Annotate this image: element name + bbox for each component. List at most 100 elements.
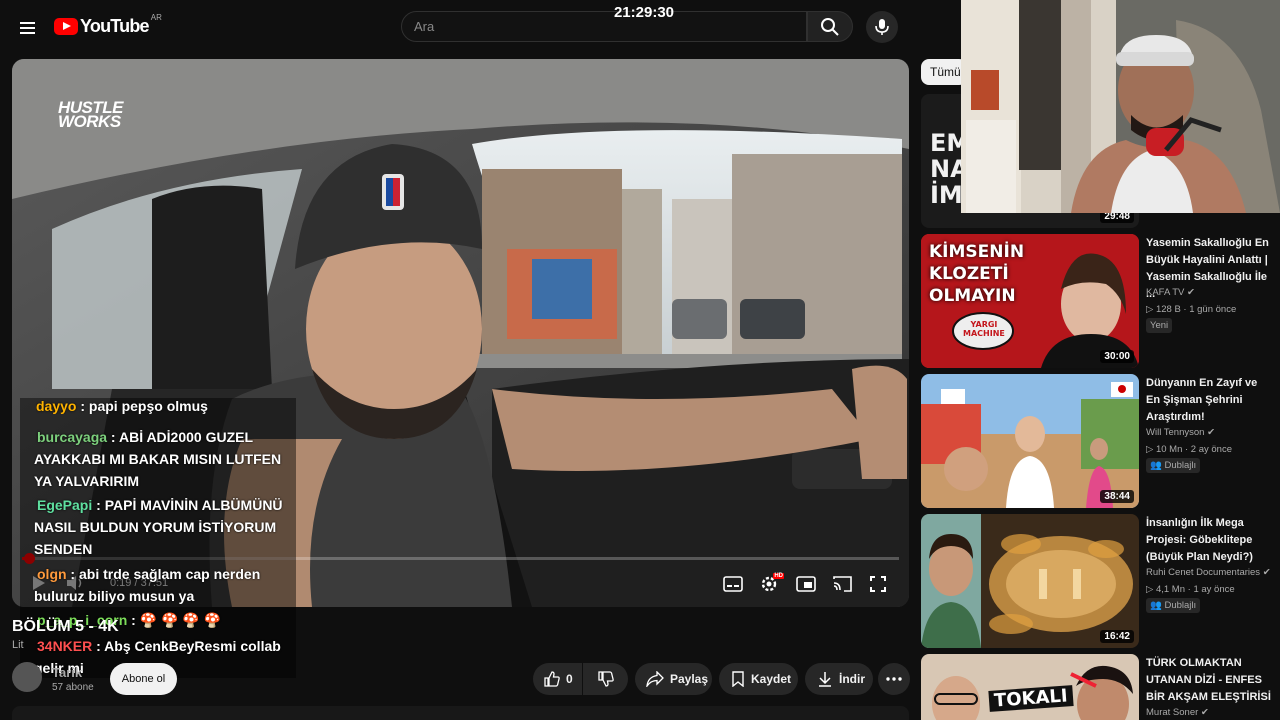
- hd-badge: HD: [773, 573, 784, 579]
- recommended-thumbnail[interactable]: 38:44: [921, 374, 1139, 508]
- save-label: Kaydet: [751, 672, 792, 686]
- video-duration: 30:00: [1100, 350, 1134, 363]
- save-button[interactable]: Kaydet: [719, 663, 798, 695]
- chat-message: burcayaga : ABİ ADİ2000 GUZEL AYAKKABI M…: [34, 426, 296, 492]
- dubbed-badge: 👥 Dublajlı: [1146, 598, 1201, 613]
- thumbnail-subtext: YARGI MACHINE: [963, 320, 1005, 338]
- recommended-title[interactable]: TÜRK OLMAKTAN UTANAN DİZİ - ENFES BİR AK…: [1146, 655, 1272, 706]
- new-badge: Yeni: [1146, 318, 1173, 333]
- verified-icon: ✔: [1200, 707, 1209, 718]
- thumbs-up-icon: [544, 671, 560, 687]
- miniplayer-button[interactable]: [794, 572, 818, 596]
- views-icon: ▷: [1146, 444, 1154, 455]
- download-label: İndir: [839, 672, 865, 686]
- cast-icon: [833, 576, 852, 592]
- webcam-image: [961, 0, 1280, 213]
- fullscreen-icon: [870, 576, 886, 592]
- share-button[interactable]: Paylaş: [635, 663, 712, 695]
- thumbnail-text: KİMSENİN KLOZETİ OLMAYIN: [929, 242, 1025, 306]
- chat-username: olgn: [37, 566, 67, 582]
- download-button[interactable]: İndir: [805, 663, 873, 695]
- microphone-icon: [875, 19, 889, 35]
- description-box[interactable]: [12, 706, 909, 720]
- channel-label: Ruhi Cenet Documentaries: [1146, 567, 1261, 578]
- thumbnail-image: [921, 374, 1139, 508]
- youtube-play-icon: [54, 18, 78, 35]
- recommended-channel[interactable]: Murat Soner ✔: [1146, 707, 1209, 718]
- menu-icon[interactable]: [14, 14, 42, 42]
- recommended-channel[interactable]: Will Tennyson ✔: [1146, 427, 1215, 438]
- chat-username: dayyo: [36, 400, 77, 414]
- voice-search-button[interactable]: [866, 11, 898, 43]
- badge-label: Dublajlı: [1164, 460, 1197, 471]
- badge-label: Dublajlı: [1164, 600, 1197, 611]
- recommended-title[interactable]: İnsanlığın İlk Mega Projesi: Göbeklitepe…: [1146, 515, 1272, 566]
- share-label: Paylaş: [670, 672, 709, 686]
- channel-label: Murat Soner: [1146, 707, 1199, 718]
- recommended-thumbnail[interactable]: 16:42: [921, 514, 1139, 648]
- fullscreen-button[interactable]: [866, 572, 890, 596]
- clock-overlay: 21:29:30: [613, 4, 675, 21]
- logo-text: YouTube: [80, 16, 150, 36]
- more-horizontal-icon: [886, 677, 902, 681]
- thumbnail-image: [921, 514, 1139, 648]
- channel-avatar[interactable]: [12, 662, 42, 692]
- video-duration: 16:42: [1100, 630, 1134, 643]
- chat-message: dayyo : papi pepşo olmuş: [36, 400, 296, 414]
- captions-icon: [723, 576, 743, 592]
- search-icon: [821, 17, 839, 36]
- recommended-channel[interactable]: Ruhi Cenet Documentaries ✔: [1146, 567, 1271, 578]
- recommended-meta: ▷ 4,1 Mn · 1 ay önce: [1146, 584, 1235, 595]
- recommended-title[interactable]: Dünyanın En Zayıf ve En Şişman Şehrini A…: [1146, 375, 1272, 426]
- chat-username: EgePapi: [37, 497, 93, 513]
- chat-username: burcayaga: [37, 429, 108, 445]
- dubbed-icon: 👥: [1150, 460, 1162, 471]
- country-code: AR: [150, 13, 162, 22]
- theater-icon: [796, 576, 816, 592]
- chat-text: :: [127, 612, 140, 628]
- settings-button[interactable]: HD: [757, 572, 784, 596]
- like-count: 0: [566, 672, 573, 686]
- video-subline: Lit: [12, 639, 24, 651]
- subscriber-count: 57 abone: [52, 682, 94, 693]
- recommended-channel[interactable]: KAFA TV ✔: [1146, 287, 1195, 298]
- channel-label: KAFA TV: [1146, 287, 1185, 298]
- youtube-logo[interactable]: YouTube AR: [54, 13, 162, 37]
- share-icon: [646, 671, 664, 687]
- emote-icon: 🍄 🍄 🍄 🍄: [139, 612, 222, 628]
- search-placeholder: Ara: [414, 19, 435, 34]
- views-icon: ▷: [1146, 584, 1154, 595]
- search-button[interactable]: [807, 11, 853, 42]
- hustle-works-watermark: HUSTLE WORKS: [58, 98, 124, 131]
- subscribe-button[interactable]: Abone ol: [110, 663, 177, 695]
- download-icon: [819, 672, 831, 687]
- subtitles-button[interactable]: [721, 572, 745, 596]
- views-icon: ▷: [1146, 304, 1154, 315]
- chat-overlay: dayyo : papi pepşo olmuş burcayaga : ABİ…: [20, 398, 296, 678]
- recommended-thumbnail[interactable]: KİMSENİN KLOZETİ OLMAYIN YARGI MACHINE 3…: [921, 234, 1139, 368]
- channel-label: Will Tennyson: [1146, 427, 1205, 438]
- chat-text: : papi pepşo olmuş: [76, 400, 208, 414]
- verified-icon: ✔: [1207, 427, 1216, 438]
- video-duration: 38:44: [1100, 490, 1134, 503]
- verified-icon: ✔: [1187, 287, 1195, 298]
- recommended-meta: ▷ 128 B · 1 gün önce: [1146, 304, 1236, 315]
- recommended-thumbnail[interactable]: TOKALI: [921, 654, 1139, 720]
- chat-username: 34NKER: [37, 638, 93, 654]
- thumbs-down-icon: [597, 671, 614, 687]
- meta-text: 128 B · 1 gün önce: [1155, 304, 1237, 315]
- verified-icon: ✔: [1262, 567, 1271, 578]
- like-button[interactable]: 0: [533, 663, 582, 695]
- chat-message: EgePapi : PAPİ MAVİNİN ALBÜMÜNÜ NASIL BU…: [34, 494, 296, 560]
- chat-text: : abi trde sağlam cap nerden buluruz bil…: [34, 566, 261, 604]
- more-actions-button[interactable]: [878, 663, 910, 695]
- cast-button[interactable]: [830, 572, 854, 596]
- channel-name[interactable]: Tarik: [52, 665, 82, 680]
- chat-message: olgn : abi trde sağlam cap nerden buluru…: [34, 563, 296, 607]
- dubbed-icon: 👥: [1150, 600, 1162, 611]
- recommended-meta: ▷ 10 Mn · 2 ay önce: [1146, 444, 1232, 455]
- streamer-webcam: [961, 0, 1280, 213]
- dislike-button[interactable]: [583, 663, 628, 695]
- meta-text: 10 Mn · 2 ay önce: [1155, 444, 1232, 455]
- bookmark-icon: [732, 671, 744, 687]
